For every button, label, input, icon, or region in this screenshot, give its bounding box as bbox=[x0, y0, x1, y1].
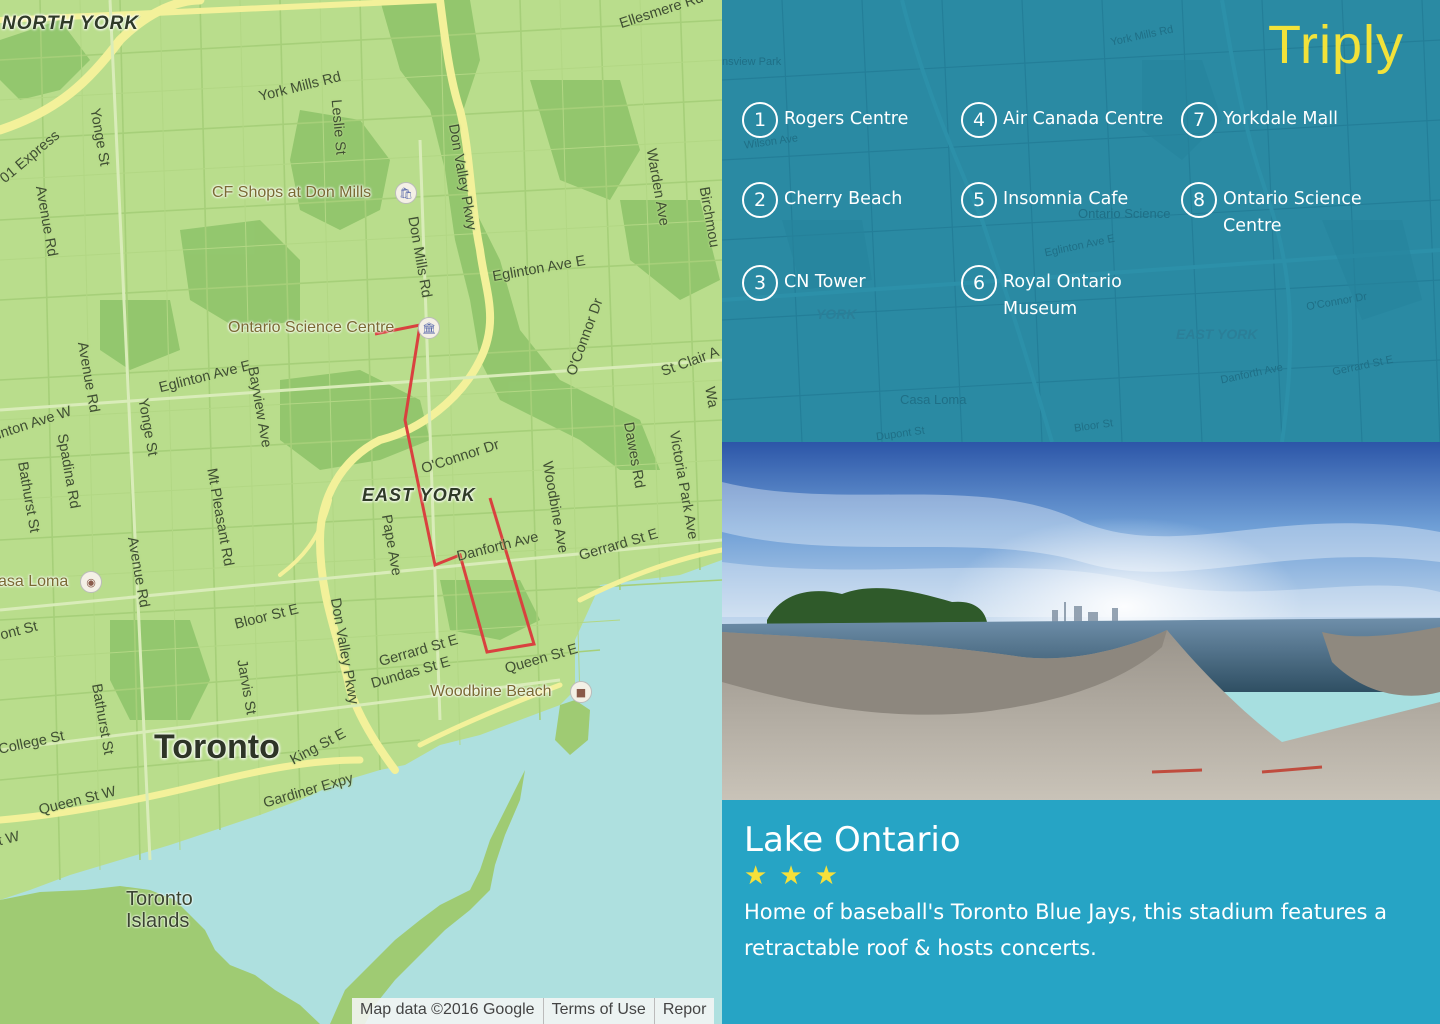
terms-of-use-link[interactable]: Terms of Use bbox=[544, 998, 655, 1024]
place-item-8[interactable]: 8 Ontario Science Centre bbox=[1181, 182, 1363, 240]
app-logo: Triply bbox=[1268, 15, 1404, 75]
place-name: CN Tower bbox=[784, 272, 866, 292]
beach-pin-icon[interactable]: ■ bbox=[570, 681, 592, 703]
poi-woodbine-beach[interactable]: Woodbine Beach bbox=[430, 684, 552, 700]
landmark-pin-icon[interactable]: ◉ bbox=[80, 571, 102, 593]
bg-label-casa-loma: Casa Loma bbox=[900, 392, 967, 407]
star-icon: ★ bbox=[814, 861, 838, 891]
place-name: Rogers Centre bbox=[784, 109, 909, 129]
label-toronto: Toronto bbox=[154, 728, 280, 766]
label-toronto-islands: Toronto Islands bbox=[126, 888, 193, 932]
place-item-1[interactable]: 1 Rogers Centre bbox=[742, 102, 934, 138]
label-wa: Wa bbox=[701, 385, 721, 410]
place-item-2[interactable]: 2 Cherry Beach bbox=[742, 182, 934, 218]
star-icon: ★ bbox=[744, 861, 768, 891]
place-name: Air Canada Centre bbox=[1003, 109, 1164, 129]
place-name: Cherry Beach bbox=[784, 189, 903, 209]
label-east-york: EAST YORK bbox=[362, 485, 476, 505]
star-icon: ★ bbox=[779, 861, 803, 891]
place-number-badge: 5 bbox=[961, 182, 997, 218]
bg-label-york: YORK bbox=[816, 306, 857, 322]
place-details: Lake Ontario ★ ★ ★ Home of baseball's To… bbox=[722, 800, 1440, 1024]
place-number-badge: 6 bbox=[961, 265, 997, 301]
place-number-badge: 7 bbox=[1181, 102, 1217, 138]
museum-pin-icon[interactable]: 🏛 bbox=[418, 317, 440, 339]
place-name: Insomnia Cafe bbox=[1003, 189, 1129, 209]
bg-label-parkview: nsview Park bbox=[722, 56, 782, 68]
report-link[interactable]: Repor bbox=[655, 998, 715, 1024]
place-item-4[interactable]: 4 Air Canada Centre bbox=[961, 102, 1178, 138]
poi-cf-shops[interactable]: CF Shops at Don Mills bbox=[212, 185, 371, 201]
map-data-credit: Map data ©2016 Google bbox=[352, 998, 544, 1024]
poi-casa-loma[interactable]: asa Loma bbox=[0, 574, 68, 590]
map-attribution: Map data ©2016 Google Terms of Use Repor bbox=[352, 998, 715, 1024]
place-number-badge: 2 bbox=[742, 182, 778, 218]
place-description: Home of baseball's Toronto Blue Jays, th… bbox=[744, 900, 1387, 960]
place-number-badge: 8 bbox=[1181, 182, 1217, 218]
map[interactable]: NORTH YORK Ellesmere Rd York Mills Rd 01… bbox=[0, 0, 722, 1024]
place-name: Yorkdale Mall bbox=[1223, 109, 1338, 129]
place-item-5[interactable]: 5 Insomnia Cafe bbox=[961, 182, 1153, 218]
place-title: Lake Ontario bbox=[744, 820, 961, 860]
side-panel: YORK EAST YORK Casa Loma Ontario Science… bbox=[722, 0, 1440, 1024]
place-number-badge: 1 bbox=[742, 102, 778, 138]
place-item-6[interactable]: 6 Royal Ontario Museum bbox=[961, 265, 1133, 323]
place-number-badge: 4 bbox=[961, 102, 997, 138]
bg-label-east-york: EAST YORK bbox=[1176, 326, 1258, 342]
place-name: Royal Ontario Museum bbox=[1003, 272, 1122, 319]
shopping-pin-icon[interactable]: 🛍 bbox=[395, 182, 417, 204]
panorama-image bbox=[722, 442, 1440, 800]
rating-stars: ★ ★ ★ bbox=[744, 862, 1418, 890]
place-name: Ontario Science Centre bbox=[1223, 189, 1362, 236]
place-item-3[interactable]: 3 CN Tower bbox=[742, 265, 934, 301]
poi-ontario-science-centre[interactable]: Ontario Science Centre bbox=[228, 320, 394, 336]
place-item-7[interactable]: 7 Yorkdale Mall bbox=[1181, 102, 1373, 138]
places-section: YORK EAST YORK Casa Loma Ontario Science… bbox=[722, 0, 1440, 442]
place-number-badge: 3 bbox=[742, 265, 778, 301]
label-north-york: NORTH YORK bbox=[2, 13, 140, 34]
place-photo[interactable] bbox=[722, 442, 1440, 800]
